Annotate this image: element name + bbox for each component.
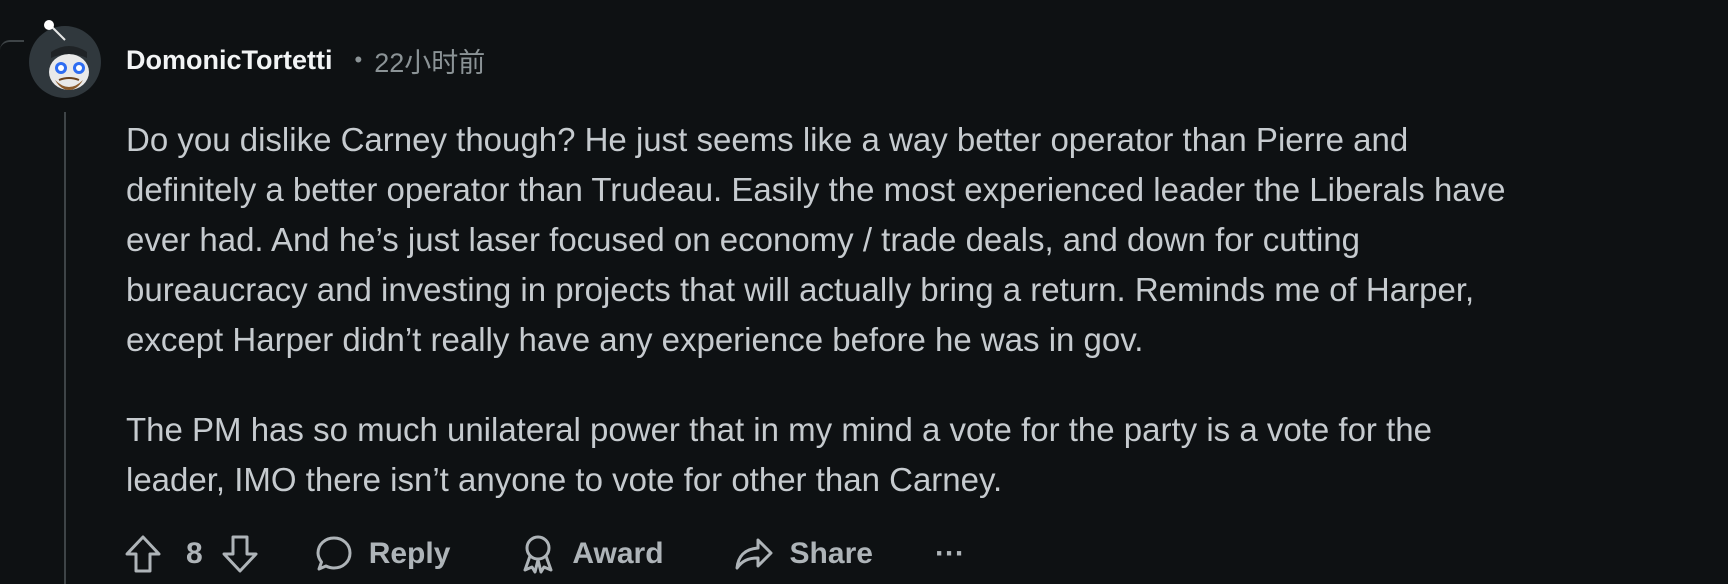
share-button[interactable]: Share	[734, 536, 873, 572]
username-link[interactable]: DomonicTortetti	[126, 45, 332, 76]
reply-label: Reply	[368, 537, 451, 570]
share-arrow-icon	[734, 536, 774, 572]
award-ribbon-icon	[520, 534, 556, 574]
award-button[interactable]: Award	[520, 534, 664, 574]
comment-header: DomonicTortetti • 22小时前	[126, 40, 485, 80]
snoo-avatar-icon	[29, 20, 101, 98]
arrow-up-icon	[125, 535, 161, 573]
thread-connector	[0, 40, 24, 52]
thread-line[interactable]	[64, 112, 66, 584]
comment-action-bar: 8 Reply Award Share ···	[124, 532, 965, 576]
comment-timestamp[interactable]: 22小时前	[374, 41, 485, 80]
more-dots-icon: ···	[934, 537, 965, 570]
reply-button[interactable]: Reply	[315, 535, 451, 573]
comment-paragraph: The PM has so much unilateral power that…	[126, 411, 1432, 498]
award-label: Award	[572, 537, 664, 570]
arrow-down-icon	[222, 535, 258, 573]
comment-body: Do you dislike Carney though? He just se…	[126, 115, 1686, 505]
meta-separator: •	[354, 47, 363, 72]
avatar[interactable]	[25, 20, 105, 100]
upvote-button[interactable]	[124, 534, 162, 574]
downvote-button[interactable]	[221, 534, 259, 574]
vote-count: 8	[186, 537, 203, 570]
share-label: Share	[789, 537, 873, 570]
more-options-button[interactable]: ···	[935, 537, 965, 571]
comment-paragraph: Do you dislike Carney though? He just se…	[126, 121, 1506, 358]
speech-bubble-icon	[315, 535, 353, 573]
